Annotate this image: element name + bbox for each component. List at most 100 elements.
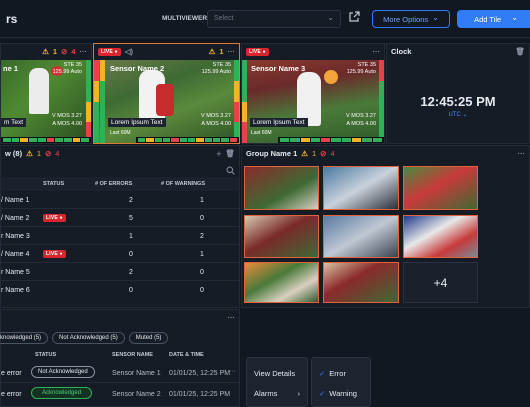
group-thumbnail[interactable] [244,215,319,258]
error-icon: ⊘ [320,149,327,158]
context-menu: View Details Alarms › [246,357,308,407]
sensor-name: ne 1 [3,64,19,73]
filter-not-acknowledged[interactable]: Not Acknowledged (5) [52,332,125,344]
more-thumbnails-button[interactable]: +4 [403,262,478,303]
row-errors: 2 [129,197,133,204]
group-thumbnail[interactable] [403,166,478,210]
caption-text: Lorem Ipsum Text [108,118,166,127]
group-thumbnail[interactable] [244,166,319,210]
chevron-down-icon: ⌄ [462,112,468,118]
alarm-sensor-name: Sensor Name 1 [112,370,161,377]
panel-title: w (8) [5,149,23,158]
alarm-type: e error [1,391,22,398]
table-row[interactable]: r Name 3 1 2 [1,227,239,245]
caption-text: Lorem Ipsum Text [250,118,308,127]
group-thumbnail[interactable] [323,215,399,258]
filter-acknowledged[interactable]: knowledged (5) [0,332,49,344]
multiviewer-select[interactable]: Select ⌄ [207,10,341,28]
warning-count: 1 [219,47,224,56]
group-thumbnail[interactable] [244,262,319,303]
trash-icon[interactable]: 🗑 [515,47,525,56]
video-tile[interactable]: ⚠ 1 ⊘ 4 ··· ne 1 STE 35 125.99 Auto V MOS … [0,43,92,144]
check-icon: ✓ [319,389,326,398]
add-tile-label: Add Tile [474,14,502,24]
more-icon[interactable]: ··· [228,313,236,322]
table-row[interactable]: r Name 6 0 0 [1,281,239,295]
clock-tile[interactable]: Clock 🗑 12:45:25 PM UTC ⌄ [386,43,530,144]
table-row[interactable]: / Name 2 LIVE ● 5 0 [1,209,239,227]
video-tile[interactable]: LIVE ● ··· Sensor Name 3 STE 35 125.99 A… [241,43,385,144]
more-icon[interactable]: ··· [373,47,381,56]
caption-text: m Text [1,118,27,127]
group-thumbnail[interactable] [323,166,399,210]
row-sensor-name: / Name 2 [1,215,30,222]
alarm-date: 01/01/25, 12:25 PM [169,370,231,377]
more-options-button[interactable]: More Options ⌄ [372,10,450,28]
table-row[interactable]: / Name 1 2 1 [1,191,239,209]
group-thumbnail[interactable] [323,262,399,303]
warning-count: 1 [36,149,41,158]
menu-item-alarms[interactable]: Alarms › [254,389,304,398]
video-tile[interactable]: LIVE ● ◁) ⚠ 1 ··· Sensor Name 2 STE 35 12… [93,43,240,144]
alarm-row[interactable]: e error Not Acknowledged Sensor Name 1 0… [1,363,239,383]
app-header: rs MULTIVIEWER: Select ⌄ More Options ⌄ … [0,0,530,38]
more-thumbnails-count: +4 [433,275,448,290]
select-placeholder: Select [214,15,234,22]
more-icon[interactable]: ··· [228,47,236,56]
submenu: ✓ Error ✓ Warning [311,357,371,407]
group-title: Group Name 1 [246,149,298,158]
external-link-icon[interactable] [348,11,360,23]
column-header: # OF WARNINGS [161,181,206,187]
row-errors: 0 [129,287,133,294]
submenu-item-warning[interactable]: ✓ Warning [319,389,357,398]
add-icon[interactable]: + [216,149,221,159]
row-sensor-name: r Name 5 [1,269,30,276]
search-icon[interactable] [226,166,235,175]
live-badge: LIVE ● [98,47,121,56]
row-errors: 0 [129,251,133,258]
status-pill[interactable]: Acknowledged [31,387,93,399]
a-mos-value: A MOS 4.00 [346,121,376,127]
submenu-label: Error [329,369,346,378]
status-pill[interactable]: Not Acknowledged [31,366,95,378]
warning-count: 1 [312,149,317,158]
resolution-value: 125.99 Auto [52,69,82,75]
sensor-name: Sensor Name 3 [251,64,306,73]
menu-item-view-details[interactable]: View Details [254,369,295,378]
group-thumbnail[interactable] [403,215,478,258]
table-row[interactable]: / Name 4 LIVE ● 0 1 [1,245,239,263]
ste-value: STE 35 [63,62,82,68]
v-mos-value: V MOS 3.27 [52,113,82,119]
ste-value: STE 35 [357,62,376,68]
column-header: # OF ERRORS [95,181,133,187]
submenu-item-error[interactable]: ✓ Error [319,369,346,378]
timezone-select[interactable]: UTC ⌄ [387,111,529,118]
audio-icon[interactable]: ◁) [125,47,133,56]
live-badge: LIVE ● [246,47,269,56]
video-preview: ne 1 STE 35 125.99 Auto V MOS 3.27 A MOS… [1,60,91,143]
table-header: STATUS # OF ERRORS # OF WARNINGS [1,177,239,191]
sensor-overview-panel: w (8) ⚠ 1 ⊘ 4 + 🗑 STATUS # OF ERRORS # OF … [0,145,240,308]
more-icon[interactable]: ··· [229,368,236,375]
row-sensor-name: r Name 6 [1,287,30,294]
more-icon[interactable]: ··· [518,149,526,158]
error-icon: ⊘ [45,149,52,158]
chevron-down-icon: ⌄ [327,13,334,22]
warning-icon: ⚠ [42,47,49,56]
column-header: STATUS [35,352,57,358]
table-row[interactable]: r Name 5 2 0 [1,263,239,281]
row-sensor-name: r Name 3 [1,233,30,240]
warning-icon: ⚠ [301,149,308,158]
video-preview: Sensor Name 3 STE 35 125.99 Auto V MOS 3… [242,60,384,143]
error-icon: ⊘ [61,47,68,56]
trash-icon[interactable]: 🗑 [225,149,235,158]
add-tile-button[interactable]: Add Tile ⌄ [457,10,530,28]
more-icon[interactable]: ··· [80,47,88,56]
filter-muted[interactable]: Muted (5) [128,332,169,344]
error-count: 4 [71,47,76,56]
row-warnings: 2 [200,233,204,240]
resolution-value: 125.99 Auto [346,69,376,75]
alarm-row[interactable]: e error Acknowledged Sensor Name 2 01/01… [1,384,239,404]
alarm-date: 01/01/25, 12:25 PM [169,391,231,398]
alarms-table-header: STATUS SENSOR NAME DATE & TIME [1,350,239,362]
